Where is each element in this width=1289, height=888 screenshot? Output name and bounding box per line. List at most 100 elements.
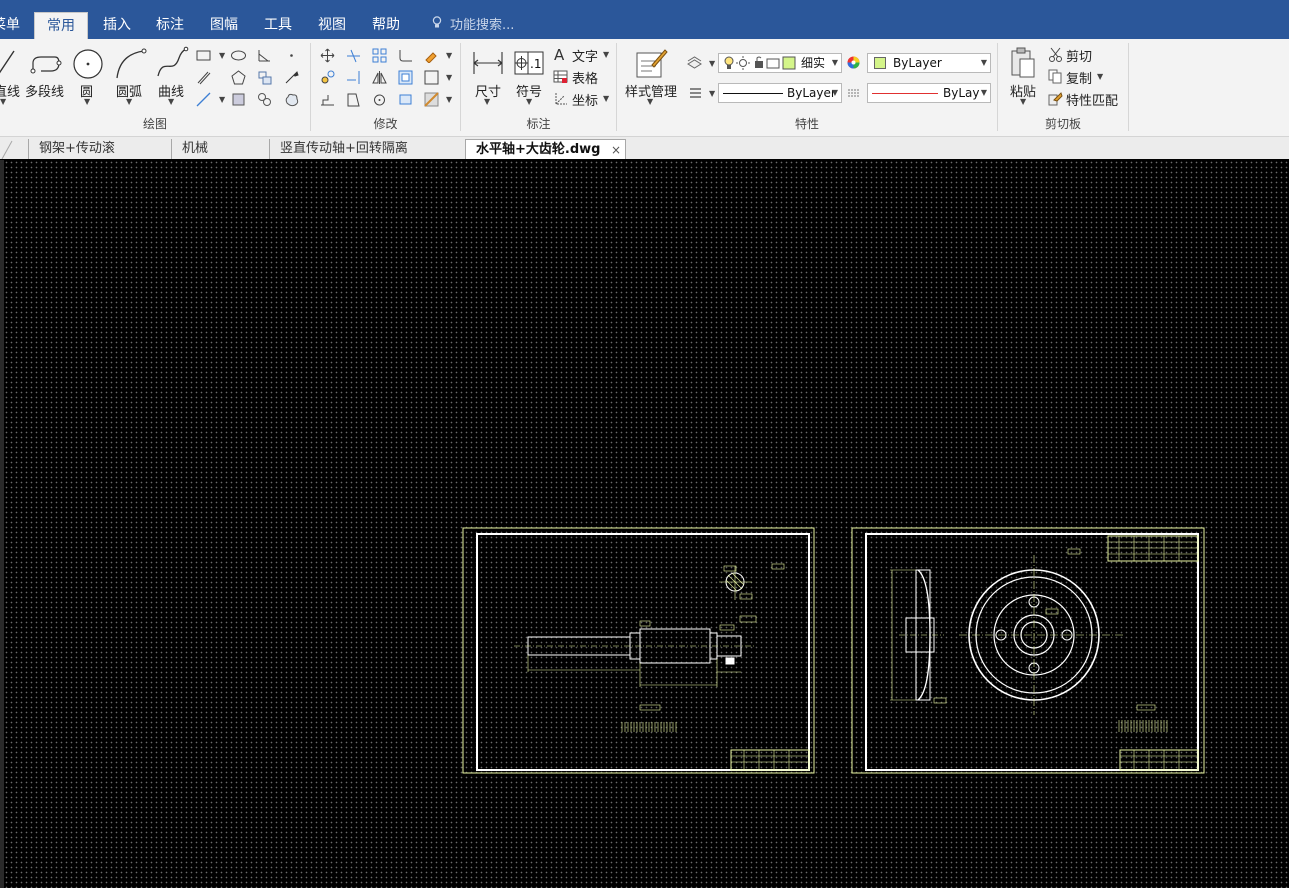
tab-vertical-shaft[interactable]: 竖直传动轴+回转隔离器.dwg [269,139,456,176]
color-swatch [874,57,886,69]
chevron-down-icon[interactable]: ▼ [526,97,532,106]
menu-home[interactable]: 常用 [34,12,88,40]
fillet-icon[interactable] [398,48,413,63]
text-icon[interactable]: A [553,47,568,62]
menu-insert[interactable]: 插入 [101,12,133,39]
color-select[interactable]: ByLayer ▼ [867,53,991,73]
menu-annotate[interactable]: 标注 [154,12,186,39]
ribbon: 直线 ▼ 多段线 圆 ▼ 圆弧 ▼ 曲线 ▼ ▼ ▼ 绘图 ▼ ▼ ▼ 修改 尺… [0,39,1289,137]
chevron-down-icon[interactable]: ▼ [484,97,490,106]
construction-line-icon[interactable] [196,92,211,107]
scale-icon[interactable] [346,92,361,107]
array-icon[interactable] [372,48,387,63]
tab-steel-frame[interactable]: 钢架+传动滚筒.dwg [28,139,164,176]
menu-main[interactable]: 菜单 [0,12,22,39]
clipboard-group-label: 剪切板 [1044,117,1081,131]
stretch-icon[interactable] [320,92,335,107]
coordinate-button-label[interactable]: 坐标 [572,90,598,109]
lineweight-select[interactable]: ByLay ▼ [867,83,991,103]
menu-sheet[interactable]: 图幅 [208,12,240,39]
pick-icon[interactable] [284,70,299,85]
coordinate-icon[interactable] [553,91,568,106]
chevron-down-icon[interactable]: ▼ [709,89,715,98]
chevron-down-icon[interactable]: ▼ [603,94,609,103]
menu-view[interactable]: 视图 [316,12,348,39]
rotate-icon[interactable] [372,92,387,107]
draw-group-label: 绘图 [142,117,167,131]
chevron-down-icon[interactable]: ▼ [0,97,6,106]
polyline-button-label[interactable]: 多段线 [25,81,64,100]
linetype-scale-icon[interactable] [846,85,861,100]
paste-icon[interactable] [1009,47,1037,79]
erase-icon[interactable] [424,48,439,63]
polyline-icon[interactable] [29,49,63,77]
table-icon[interactable] [553,69,568,84]
style-manager-icon[interactable] [634,47,668,79]
boundary-icon[interactable] [231,92,246,107]
chevron-down-icon[interactable]: ▼ [647,97,653,106]
curve-icon[interactable] [155,46,189,80]
copy-button-label[interactable]: 复制 [1066,68,1092,87]
chevron-down-icon[interactable]: ▼ [168,97,174,106]
offset-icon[interactable] [398,70,413,85]
explode-icon[interactable] [398,92,413,107]
chevron-down-icon[interactable]: ▼ [219,95,225,104]
layer-properties-icon[interactable] [687,55,702,70]
double-line-icon[interactable] [196,70,211,85]
table-button-label[interactable]: 表格 [572,68,598,87]
extend-icon[interactable] [346,70,361,85]
tab-manipulator[interactable]: 机械手.dwg [171,139,259,176]
chevron-down-icon[interactable]: ▼ [219,51,225,60]
block-icon[interactable] [257,70,272,85]
chevron-down-icon[interactable]: ▼ [603,50,609,59]
drawing-canvas[interactable] [4,160,1289,888]
arc-icon[interactable] [114,48,148,80]
dimension-icon[interactable] [472,48,504,78]
copy-object-icon[interactable] [320,70,335,85]
match-properties-icon[interactable] [1048,91,1063,106]
copy-icon[interactable] [1048,69,1063,84]
match-button-label[interactable]: 特性匹配 [1066,90,1118,109]
chevron-down-icon[interactable]: ▼ [446,51,452,60]
sheet-large-gear[interactable] [851,527,1205,774]
revcloud-icon[interactable] [284,92,299,107]
close-icon[interactable]: × [611,140,621,160]
color-wheel-icon[interactable] [846,55,861,70]
text-button-label[interactable]: 文字 [572,46,598,65]
cut-button-label[interactable]: 剪切 [1066,46,1092,65]
menu-help[interactable]: 帮助 [370,12,402,39]
polygon-icon[interactable] [231,70,246,85]
rectangle-icon[interactable] [196,48,211,63]
chevron-down-icon[interactable]: ▼ [84,97,90,106]
hatch-icon[interactable] [424,70,439,85]
chevron-down-icon[interactable]: ▼ [446,73,452,82]
lineweight-icon[interactable] [688,85,703,100]
tab-horizontal-shaft[interactable]: 水平轴+大齿轮.dwg × [465,139,626,159]
line-icon[interactable] [0,47,18,79]
scissors-icon[interactable] [1048,47,1063,62]
layer-select[interactable]: 细实 ▼ [718,53,842,73]
chevron-down-icon[interactable]: ▼ [1020,97,1026,106]
angle-icon[interactable] [257,48,272,63]
chevron-down-icon[interactable]: ▼ [446,95,452,104]
move-icon[interactable] [320,48,335,63]
linetype-select[interactable]: ByLayer ▼ [718,83,842,103]
symbol-icon[interactable]: .1 [514,51,544,75]
region-icon[interactable] [257,92,272,107]
gradient-icon[interactable] [424,92,439,107]
function-search-placeholder: 功能搜索... [450,18,515,33]
chevron-down-icon: ▼ [980,58,987,67]
lightbulb-icon [432,12,450,39]
chevron-down-icon[interactable]: ▼ [1097,72,1103,81]
point-icon[interactable] [284,48,299,63]
annotate-group-label: 标注 [526,117,551,131]
mirror-icon[interactable] [372,70,387,85]
chevron-down-icon[interactable]: ▼ [126,97,132,106]
menu-tools[interactable]: 工具 [262,12,294,39]
ellipse-icon[interactable] [231,48,246,63]
sheet-horizontal-shaft[interactable] [462,527,815,774]
circle-icon[interactable] [72,48,104,80]
function-search[interactable]: 功能搜索... [432,12,514,39]
trim-icon[interactable] [346,48,361,63]
chevron-down-icon[interactable]: ▼ [709,59,715,68]
